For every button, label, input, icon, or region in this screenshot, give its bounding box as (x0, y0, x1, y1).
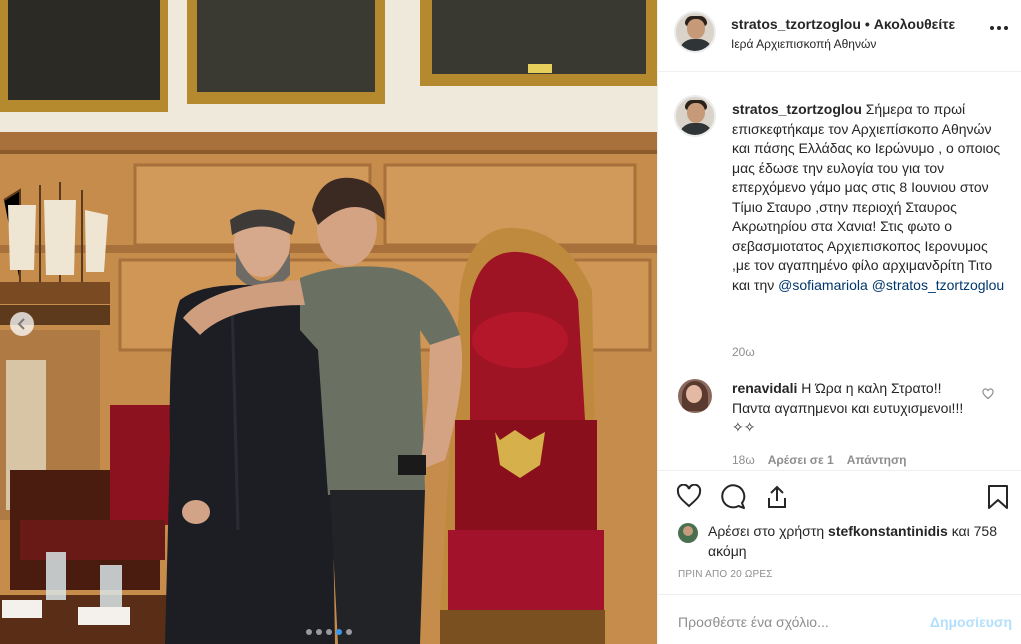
likes-text[interactable]: Αρέσει στο χρήστη stefkonstantinidis και… (708, 522, 1008, 561)
caption-mention[interactable]: @sofiamariola (778, 277, 868, 293)
share-icon (768, 485, 786, 508)
comment-item: renavidali Η Ώρα η καλη Στρατο!!Παντα αγ… (732, 379, 972, 438)
comment-like-button[interactable] (982, 387, 994, 405)
liker-username[interactable]: stefkonstantinidis (828, 523, 948, 539)
caption-username[interactable]: stratos_tzortzoglou (732, 101, 862, 117)
carousel-dot (315, 629, 322, 635)
comment-username[interactable]: renavidali (732, 380, 797, 396)
more-icon (990, 26, 994, 30)
location-link[interactable]: Ιερά Αρχιεπισκοπή Αθηνών (731, 37, 876, 51)
author-username[interactable]: stratos_tzortzoglou (731, 16, 861, 32)
carousel-dot (305, 629, 312, 635)
post-photo[interactable] (0, 0, 657, 644)
photo-scene (0, 0, 657, 644)
comment-button[interactable] (720, 484, 746, 515)
header-separator: • (864, 16, 870, 32)
heart-icon (676, 483, 702, 508)
caption-mention[interactable]: @stratos_tzortzoglou (872, 277, 1005, 293)
comment-input[interactable]: Προσθέστε ένα σχόλιο... (678, 614, 829, 630)
comment-likes-link[interactable]: Αρέσει σε 1 (768, 453, 834, 467)
likes-prefix: Αρέσει στο χρήστη (708, 523, 825, 539)
heart-icon (982, 388, 994, 400)
caption-timestamp: 20ω (732, 345, 755, 359)
bookmark-icon (988, 485, 1008, 509)
commenter-avatar[interactable] (678, 379, 712, 413)
caption-author-avatar[interactable] (674, 95, 716, 137)
comments-section: stratos_tzortzoglou Σήμερα το πρωί επισκ… (658, 73, 1021, 471)
reply-button[interactable]: Απάντηση (847, 453, 907, 467)
more-options-button[interactable] (990, 26, 1008, 30)
post-comment-button[interactable]: Δημοσίευση (930, 614, 1012, 630)
author-avatar[interactable] (674, 11, 716, 53)
post-timestamp: ΠΡΙΝ ΑΠΟ 20 ΩΡΕΣ (678, 569, 773, 580)
carousel-prev-button[interactable] (10, 312, 34, 336)
following-button[interactable]: Ακολουθείτε (874, 16, 955, 32)
carousel-dot (325, 629, 332, 635)
post-caption: stratos_tzortzoglou Σήμερα το πρωί επισκ… (732, 100, 1008, 295)
comment-timestamp: 18ω (732, 453, 755, 467)
liker-avatar[interactable] (678, 523, 698, 543)
comment-meta: 18ω Αρέσει σε 1 Απάντηση (732, 453, 907, 467)
add-comment-bar: Προσθέστε ένα σχόλιο... Δημοσίευση (658, 594, 1021, 644)
post-sidebar: stratos_tzortzoglou • Ακολουθείτε Ιερά Αρχ… (657, 0, 1021, 644)
comment-icon (721, 484, 746, 509)
save-button[interactable] (987, 484, 1009, 515)
caption-text: Σήμερα το πρωί επισκεφτήκαμε τον Αρχιεπί… (732, 101, 1001, 293)
chevron-left-icon (17, 318, 25, 330)
carousel-indicator (0, 629, 657, 635)
share-button[interactable] (764, 484, 790, 515)
author-line: stratos_tzortzoglou • Ακολουθείτε (731, 16, 955, 32)
carousel-dot-active (335, 629, 342, 635)
like-button[interactable] (676, 483, 702, 513)
post-actions (658, 472, 1021, 518)
carousel-dot (345, 629, 352, 635)
post-header: stratos_tzortzoglou • Ακολουθείτε Ιερά Αρχ… (658, 0, 1021, 72)
